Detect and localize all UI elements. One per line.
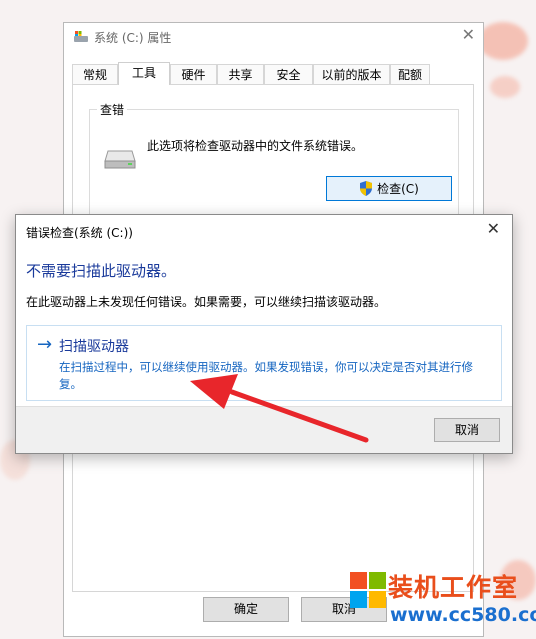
tab-security[interactable]: 安全 bbox=[264, 64, 313, 84]
drive-system-icon bbox=[74, 31, 88, 42]
close-icon[interactable]: ✕ bbox=[462, 27, 475, 43]
tab-previous-versions[interactable]: 以前的版本 bbox=[313, 64, 390, 84]
window-title: 系统 (C:) 属性 bbox=[94, 31, 172, 45]
watermark: 装机工作室 www.cc580.com bbox=[346, 560, 536, 639]
tab-tools[interactable]: 工具 bbox=[118, 62, 170, 85]
scan-drive-description: 在扫描过程中，可以继续使用驱动器。如果发现错误，你可以决定是否对其进行修复。 bbox=[59, 360, 473, 391]
scan-drive-label: 扫描驱动器 bbox=[59, 339, 129, 355]
dialog-title: 错误检查(系统 (C:)) bbox=[26, 226, 133, 240]
dialog-info-text: 在此驱动器上未发现任何错误。如果需要，可以继续扫描该驱动器。 bbox=[26, 295, 387, 309]
group-legend: 查错 bbox=[97, 101, 128, 118]
hard-drive-icon bbox=[104, 150, 136, 169]
check-button-label: 检查(C) bbox=[377, 182, 419, 196]
shield-icon bbox=[360, 181, 373, 196]
title-bar[interactable]: 系统 (C:) 属性 ✕ bbox=[64, 23, 483, 51]
tab-hardware[interactable]: 硬件 bbox=[170, 64, 217, 84]
dialog-footer: 取消 bbox=[16, 406, 512, 453]
error-check-description: 此选项将检查驱动器中的文件系统错误。 bbox=[147, 139, 364, 153]
dialog-heading: 不需要扫描此驱动器。 bbox=[26, 262, 177, 280]
close-icon[interactable]: ✕ bbox=[487, 221, 500, 237]
check-button[interactable]: 检查(C) bbox=[326, 176, 452, 201]
error-check-dialog: 错误检查(系统 (C:)) ✕ 不需要扫描此驱动器。 在此驱动器上未发现任何错误… bbox=[15, 214, 513, 454]
watermark-name: 装机工作室 bbox=[388, 573, 519, 602]
ok-button[interactable]: 确定 bbox=[203, 597, 289, 622]
scan-drive-command-link[interactable]: → 扫描驱动器 在扫描过程中，可以继续使用驱动器。如果发现错误，你可以决定是否对… bbox=[26, 325, 502, 401]
arrow-right-icon: → bbox=[37, 334, 53, 355]
tab-general[interactable]: 常规 bbox=[72, 64, 118, 84]
tab-quota[interactable]: 配额 bbox=[390, 64, 430, 84]
watermark-url: www.cc580.com bbox=[390, 604, 536, 626]
dialog-cancel-button[interactable]: 取消 bbox=[434, 418, 500, 442]
windows-logo-icon bbox=[350, 572, 386, 608]
tab-strip: 常规 工具 硬件 共享 安全 以前的版本 配额 bbox=[72, 62, 472, 85]
background-decoration bbox=[490, 76, 520, 98]
background-decoration bbox=[478, 22, 528, 60]
tab-sharing[interactable]: 共享 bbox=[217, 64, 264, 84]
